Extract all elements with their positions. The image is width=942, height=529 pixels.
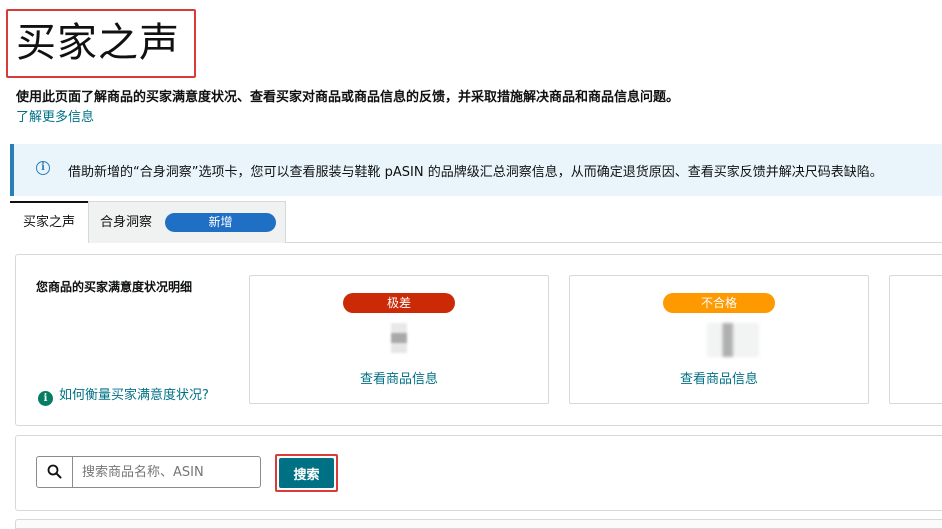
view-listing-link[interactable]: 查看商品信息 [570, 368, 868, 387]
rating-card-very-poor: 极差 查看商品信息 [249, 275, 549, 404]
how-measured-link[interactable]: i 如何衡量买家满意度状况? [38, 384, 209, 406]
tab-label: 买家之声 [22, 215, 75, 230]
banner-text: 借助新增的“合身洞察”选项卡，您可以查看服装与鞋靴 pASIN 的品牌级汇总洞察… [68, 165, 883, 180]
how-measured-label: 如何衡量买家满意度状况? [59, 388, 209, 403]
product-thumbnail [707, 323, 759, 357]
page-title: 买家之声 [16, 20, 180, 66]
info-icon: i [36, 161, 50, 175]
rating-badge: 极差 [343, 293, 455, 313]
page-description: 使用此页面了解商品的买家满意度状况、查看买家对商品或商品信息的反馈，并采取措施解… [16, 90, 680, 105]
rating-card-partial [889, 275, 942, 404]
tab-fit-insights[interactable]: 合身洞察 新增 [88, 201, 286, 243]
search-icon[interactable] [37, 457, 73, 487]
rating-badge: 不合格 [663, 293, 775, 313]
search-box [36, 456, 261, 488]
info-icon: i [38, 391, 53, 406]
search-input[interactable] [74, 457, 260, 487]
info-banner: i 借助新增的“合身洞察”选项卡，您可以查看服装与鞋靴 pASIN 的品牌级汇总… [10, 144, 942, 196]
satisfaction-heading: 您商品的买家满意度状况明细 [36, 280, 193, 294]
new-badge: 新增 [165, 213, 276, 232]
view-listing-link[interactable]: 查看商品信息 [250, 368, 548, 387]
tab-label: 合身洞察 [100, 215, 153, 230]
learn-more-link[interactable]: 了解更多信息 [16, 106, 94, 125]
rating-card-poor: 不合格 查看商品信息 [569, 275, 869, 404]
product-thumbnail [391, 323, 407, 353]
tab-voice-of-buyer[interactable]: 买家之声 [10, 201, 88, 244]
next-panel-edge [15, 519, 942, 529]
search-button[interactable]: 搜索 [279, 458, 334, 488]
